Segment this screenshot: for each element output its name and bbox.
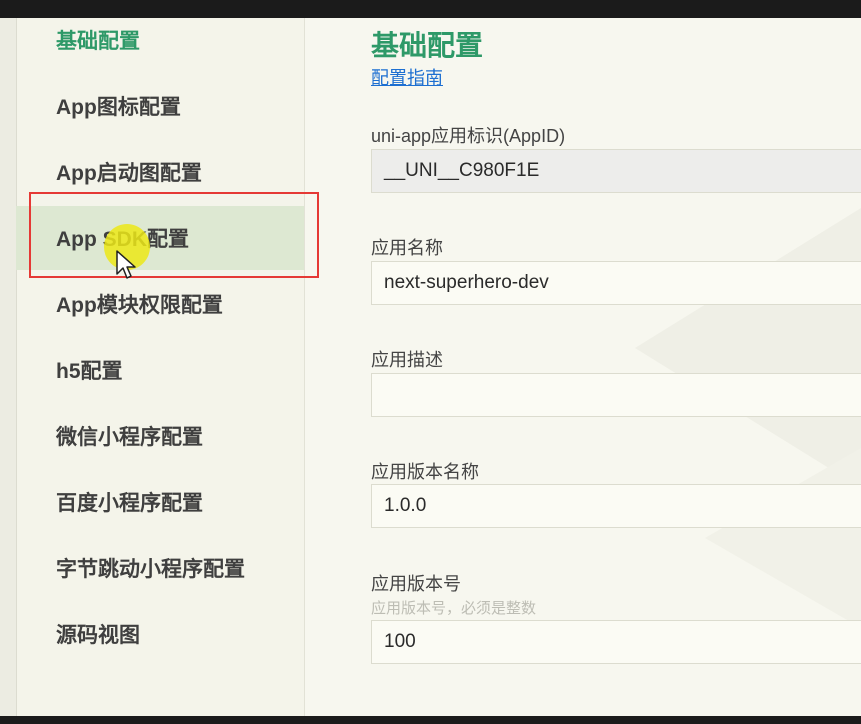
page-title: 基础配置 [371,30,484,61]
window-bottom-bar [0,716,861,724]
version-name-field[interactable]: 1.0.0 [371,484,861,528]
app-description-label: 应用描述 [371,350,443,370]
sidebar-item-label: App SDK配置 [56,228,189,251]
sidebar-item-wechat-miniprogram-config[interactable]: 微信小程序配置 [16,404,304,468]
sidebar-edge [0,18,17,716]
sidebar-item-label: App模块权限配置 [56,294,223,317]
version-code-hint: 应用版本号，必须是整数 [371,600,537,617]
version-code-label: 应用版本号 [371,574,461,594]
sidebar-item-h5-config[interactable]: h5配置 [16,338,304,402]
sidebar-item-label: App启动图配置 [56,162,202,185]
appid-value: __UNI__C980F1E [384,160,540,181]
sidebar-item-bytedance-miniprogram-config[interactable]: 字节跳动小程序配置 [16,536,304,600]
app-name-value: next-superhero-dev [384,272,549,293]
sidebar-item-label: 百度小程序配置 [56,492,203,515]
version-name-label: 应用版本名称 [371,462,479,482]
sidebar-item-label: 字节跳动小程序配置 [56,558,245,581]
sidebar-item-app-splash-config[interactable]: App启动图配置 [16,140,304,204]
appid-label: uni-app应用标识(AppID) [371,126,566,146]
sidebar-item-baidu-miniprogram-config[interactable]: 百度小程序配置 [16,470,304,534]
version-code-value: 100 [384,631,416,652]
manifest-editor: 基础配置 App图标配置 App启动图配置 App SDK配置 App模块权限配… [0,18,861,716]
sidebar-item-label: 源码视图 [56,624,140,647]
sidebar-item-label: 基础配置 [56,30,140,53]
sidebar-item-basic-config[interactable]: 基础配置 [16,8,304,72]
sidebar: 基础配置 App图标配置 App启动图配置 App SDK配置 App模块权限配… [0,18,305,716]
sidebar-item-source-view[interactable]: 源码视图 [16,602,304,666]
version-code-field[interactable]: 100 [371,620,861,664]
sidebar-item-app-module-permission-config[interactable]: App模块权限配置 [16,272,304,336]
app-name-label: 应用名称 [371,238,443,258]
app-name-field[interactable]: next-superhero-dev [371,261,861,305]
app-description-field[interactable] [371,373,861,417]
version-name-value: 1.0.0 [384,495,427,516]
sidebar-item-label: 微信小程序配置 [56,426,203,449]
sidebar-item-label: h5配置 [56,360,123,383]
main-panel: 基础配置 配置指南 uni-app应用标识(AppID) __UNI__C980… [305,18,861,716]
sidebar-item-app-sdk-config[interactable]: App SDK配置 [16,206,304,270]
sidebar-item-label: App图标配置 [56,96,181,119]
sidebar-item-app-icon-config[interactable]: App图标配置 [16,74,304,138]
appid-field[interactable]: __UNI__C980F1E [371,149,861,193]
config-guide-link[interactable]: 配置指南 [371,64,443,90]
